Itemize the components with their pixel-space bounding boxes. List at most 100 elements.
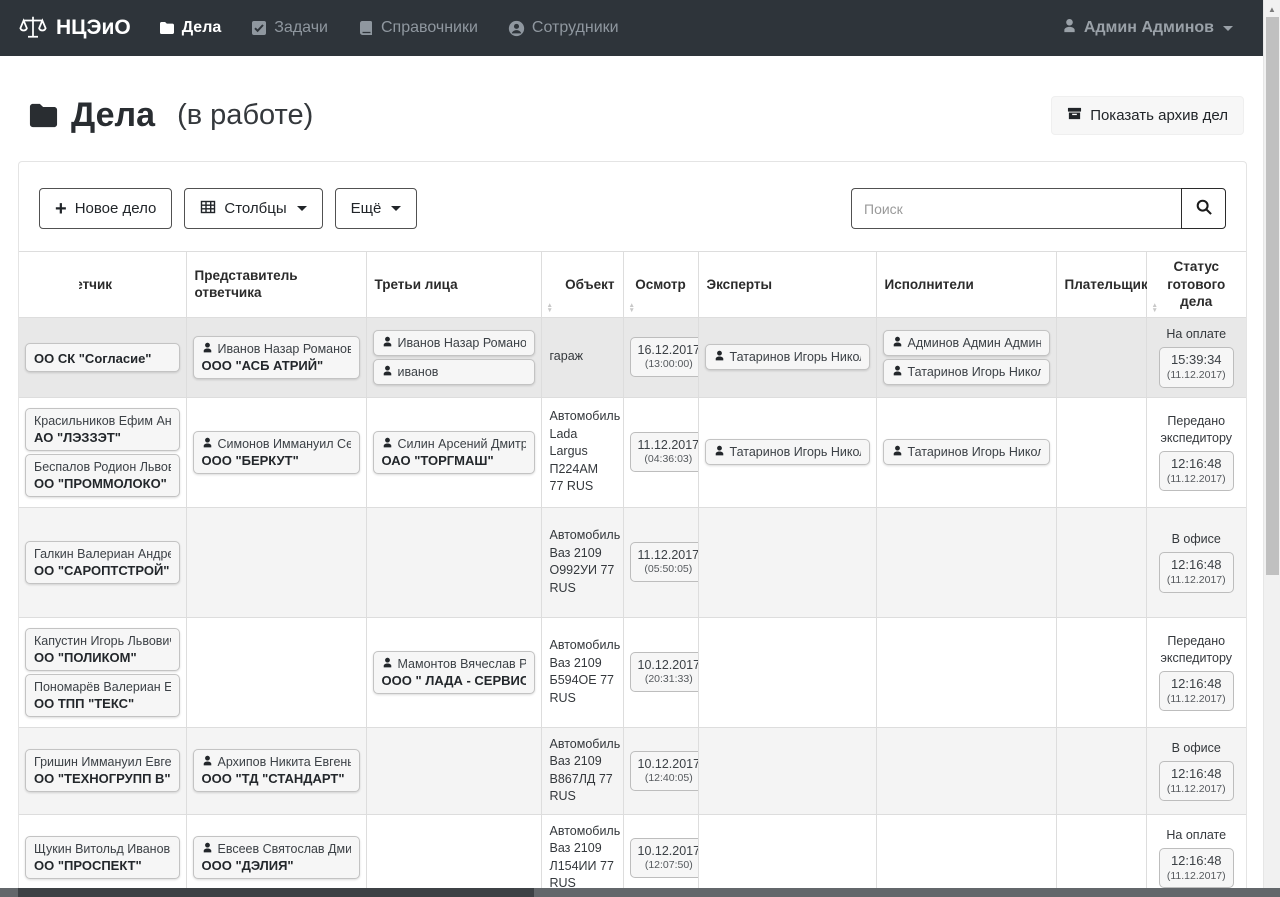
cell-inspection: 10.12.2017 (12:07:50) <box>623 814 698 897</box>
status-badge: 12:16:48 (11.12.2017) <box>1159 671 1234 712</box>
status-badge: 12:16:48 (11.12.2017) <box>1159 761 1234 802</box>
respondent-card[interactable]: Красильников Ефим Андре АО "ЛЭЗЗЭТ" <box>25 408 180 451</box>
status-label: На оплате <box>1153 827 1241 844</box>
person-icon <box>892 365 903 379</box>
search-input[interactable] <box>851 188 1181 229</box>
third-party-card[interactable]: Мамонтов Вячеслав Роман ООО " ЛАДА - СЕР… <box>373 651 535 694</box>
cell-third-parties <box>366 814 541 897</box>
cell-inspection: 10.12.2017 (12:40:05) <box>623 727 698 814</box>
third-party-card[interactable]: Иванов Назар Романович <box>373 330 535 356</box>
inspection-badge: 10.12.2017 (12:40:05) <box>630 751 699 791</box>
respondent-card[interactable]: Капустин Игорь Львович ОО "ПОЛИКОМ" <box>25 628 180 671</box>
cell-status: Передано экспедитору 12:16:48 (11.12.201… <box>1146 397 1246 507</box>
representative-card[interactable]: Евсеев Святослав Дмитрие ООО "ДЭЛИЯ" <box>193 836 360 879</box>
representative-card[interactable]: Иванов Назар Романович ООО "АСБ АТРИЙ" <box>193 336 360 379</box>
nav-employees[interactable]: Сотрудники <box>508 19 619 37</box>
cell-inspection: 11.12.2017 (05:50:05) <box>623 507 698 617</box>
status-label: В офисе <box>1153 740 1241 757</box>
person-icon <box>202 842 213 856</box>
th-inspection[interactable]: Осмотр ▲▼ <box>623 252 698 318</box>
cell-object: Автомобиль Lada Largus П224АМ 77 RUS <box>541 397 623 507</box>
toolbar: + Новое дело Столбцы Ещё <box>19 162 1246 251</box>
th-payers[interactable]: Плательщики <box>1056 252 1146 318</box>
table-row[interactable]: Капустин Игорь Львович ОО "ПОЛИКОМ" Поно… <box>19 617 1246 727</box>
nav-cases[interactable]: Дела <box>159 19 222 37</box>
th-third-parties[interactable]: Третьи лица <box>366 252 541 318</box>
horizontal-scrollbar[interactable] <box>0 888 1280 897</box>
show-archive-button[interactable]: Показать архив дел <box>1051 96 1244 135</box>
cell-respondent: Галкин Валериан Андреев ОО "САРОПТСТРОЙ" <box>19 507 186 617</box>
nav-tasks[interactable]: Задачи <box>251 19 328 37</box>
table-row[interactable]: Гришин Иммануил Евгень ОО "ТЕХНОГРУПП В"… <box>19 727 1246 814</box>
third-party-card[interactable]: иванов <box>373 359 535 385</box>
person-icon <box>892 445 903 459</box>
scroll-up-icon[interactable]: ▲ <box>1264 0 1280 14</box>
person-icon <box>202 342 213 356</box>
third-party-card[interactable]: Силин Арсений Дмитриеви ОАО "ТОРГМАШ" <box>373 431 535 474</box>
vertical-scrollbar[interactable]: ▲ <box>1263 0 1280 897</box>
page-header: Дела (в работе) Показать архив дел <box>28 96 1244 135</box>
user-menu[interactable]: Админ Админов <box>1062 18 1233 38</box>
respondent-card[interactable]: Беспалов Родион Львович ОО "ПРОММОЛОКО" <box>25 454 180 497</box>
respondent-card[interactable]: Гришин Иммануил Евгень ОО "ТЕХНОГРУПП В" <box>25 749 180 792</box>
representative-card[interactable]: Архипов Никита Евгеньеви ООО "ТД "СТАНДА… <box>193 749 360 792</box>
user-name: Админ Админов <box>1084 19 1214 37</box>
th-executors[interactable]: Исполнители <box>876 252 1056 318</box>
th-experts[interactable]: Эксперты <box>698 252 876 318</box>
header-row: Ответчик Представитель ответчика Третьи … <box>19 252 1246 318</box>
person-icon <box>382 365 393 379</box>
respondent-card[interactable]: Щукин Витольд Иванович ОО "ПРОСПЕКТ" <box>25 836 180 879</box>
respondent-card[interactable]: Пономарёв Валериан Евге ОО ТПП "ТЕКС" <box>25 674 180 717</box>
expert-card[interactable]: Татаринов Игорь Николае <box>705 439 870 465</box>
respondent-card[interactable]: ОО СК "Согласие" <box>25 343 180 372</box>
executor-card[interactable]: Татаринов Игорь Николае <box>883 439 1050 465</box>
brand-logo[interactable]: НЦЭиО <box>18 13 131 43</box>
table-row[interactable]: Красильников Ефим Андре АО "ЛЭЗЗЭТ" Бесп… <box>19 397 1246 507</box>
cell-experts: Татаринов Игорь Николае <box>698 397 876 507</box>
representative-card[interactable]: Симонов Иммануил Серге ООО "БЕРКУТ" <box>193 431 360 474</box>
table-row[interactable]: ОО СК "Согласие" Иванов Назар Романович … <box>19 317 1246 397</box>
cell-object: Автомобиль Ваз 2109 Л154ИИ 77 RUS <box>541 814 623 897</box>
th-representative[interactable]: Представитель ответчика <box>186 252 366 318</box>
nav-cases-label: Дела <box>182 19 222 37</box>
new-case-label: Новое дело <box>75 200 157 217</box>
cell-representative: Евсеев Святослав Дмитрие ООО "ДЭЛИЯ" <box>186 814 366 897</box>
executor-card[interactable]: Админов Админ Админови <box>883 330 1050 356</box>
nav-directories-label: Справочники <box>381 19 478 37</box>
table-row[interactable]: Галкин Валериан Андреев ОО "САРОПТСТРОЙ"… <box>19 507 1246 617</box>
th-status[interactable]: Статус готового дела ▲▼ <box>1146 252 1246 318</box>
cases-panel: + Новое дело Столбцы Ещё <box>18 161 1247 897</box>
th-respondent[interactable]: Ответчик <box>19 252 186 318</box>
respondent-card[interactable]: Галкин Валериан Андреев ОО "САРОПТСТРОЙ" <box>25 541 180 584</box>
expert-card[interactable]: Татаринов Игорь Николае <box>705 344 870 370</box>
cell-representative: Иванов Назар Романович ООО "АСБ АТРИЙ" <box>186 317 366 397</box>
cell-executors <box>876 814 1056 897</box>
columns-button[interactable]: Столбцы <box>184 188 322 229</box>
cell-object: гараж <box>541 317 623 397</box>
person-icon <box>382 657 393 671</box>
nav-directories[interactable]: Справочники <box>358 19 478 37</box>
new-case-button[interactable]: + Новое дело <box>39 188 172 229</box>
cell-status: На оплате 12:16:48 (11.12.2017) <box>1146 814 1246 897</box>
status-badge: 12:16:48 (11.12.2017) <box>1159 848 1234 889</box>
search-button[interactable] <box>1181 188 1226 229</box>
cell-payers <box>1056 507 1146 617</box>
cell-object: Автомобиль Ваз 2109 В867ЛД 77 RUS <box>541 727 623 814</box>
folder-icon <box>159 20 175 36</box>
cell-inspection: 16.12.2017 (13:00:00) <box>623 317 698 397</box>
inspection-badge: 10.12.2017 (12:07:50) <box>630 838 699 878</box>
table-row[interactable]: Щукин Витольд Иванович ОО "ПРОСПЕКТ" Евс… <box>19 814 1246 897</box>
cell-status: На оплате 15:39:34 (11.12.2017) <box>1146 317 1246 397</box>
horizontal-scrollbar-thumb[interactable] <box>18 888 534 897</box>
cell-respondent: Гришин Иммануил Евгень ОО "ТЕХНОГРУПП В" <box>19 727 186 814</box>
cell-payers <box>1056 317 1146 397</box>
vertical-scrollbar-thumb[interactable] <box>1266 17 1279 575</box>
th-object[interactable]: Объект ▲▼ <box>541 252 623 318</box>
magnifier-icon <box>1195 198 1213 219</box>
cell-executors <box>876 727 1056 814</box>
cell-status: В офисе 12:16:48 (11.12.2017) <box>1146 507 1246 617</box>
status-label: Передано экспедитору <box>1153 633 1241 667</box>
executor-card[interactable]: Татаринов Игорь Николае <box>883 359 1050 385</box>
more-button[interactable]: Ещё <box>335 188 418 229</box>
cell-representative: Архипов Никита Евгеньеви ООО "ТД "СТАНДА… <box>186 727 366 814</box>
